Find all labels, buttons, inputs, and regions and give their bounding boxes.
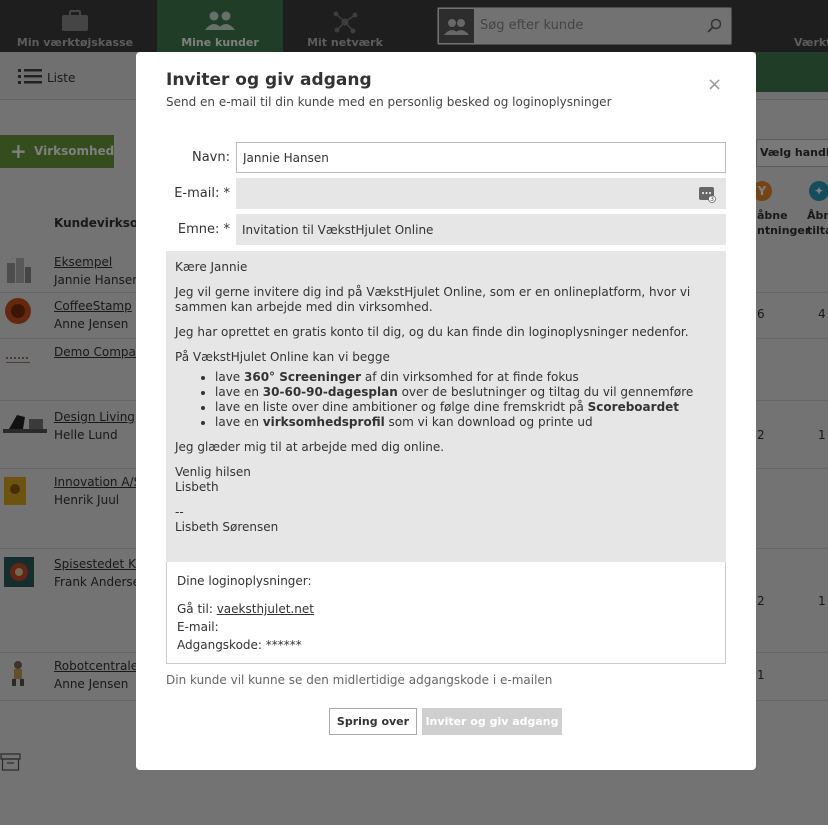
message-paragraph: Jeg har oprettet en gratis konto til dig… — [175, 325, 689, 339]
signature-separator: -- — [175, 505, 184, 519]
item-bold: Scoreboardet — [587, 400, 680, 414]
item-bold: 360° Screeninger — [244, 370, 362, 384]
invite-button[interactable]: Inviter og giv adgang — [422, 708, 562, 735]
subject-field[interactable] — [236, 214, 726, 245]
item-text: lave en liste over dine ambitioner og fø… — [215, 400, 588, 414]
item-text: lave en — [215, 385, 263, 399]
contact-card-icon[interactable]: 3 — [698, 185, 716, 203]
list-item: lave en 30-60-90-dagesplan over de beslu… — [215, 385, 717, 400]
name-field[interactable] — [236, 142, 726, 173]
item-text: som vi kan download og printe ud — [384, 415, 593, 429]
login-email-line: E-mail: — [177, 620, 219, 634]
item-bold: virksomhedsprofil — [262, 415, 385, 429]
item-text: lave en — [215, 415, 263, 429]
login-heading: Dine loginoplysninger: — [177, 574, 312, 588]
login-url-link[interactable]: vaeksthjulet.net — [217, 602, 314, 616]
message-paragraph: På VækstHjulet Online kan vi begge — [175, 350, 390, 364]
skip-button[interactable]: Spring over — [329, 708, 417, 735]
invite-dialog: Inviter og giv adgang Send en e-mail til… — [136, 52, 756, 770]
feature-list: lave 360° Screeninger af din virksomhed … — [215, 370, 717, 430]
name-label: Navn: — [191, 150, 230, 165]
signature-name: Lisbeth — [175, 480, 219, 494]
message-paragraph: Jeg glæder mig til at arbejde med dig on… — [175, 440, 445, 454]
message-paragraph: Jeg vil gerne invitere dig ind på VækstH… — [175, 285, 691, 314]
list-item: lave 360° Screeninger af din virksomhed … — [215, 370, 717, 385]
svg-text:3: 3 — [710, 196, 714, 203]
list-item: lave en virksomhedsprofil som vi kan dow… — [215, 415, 717, 430]
close-icon[interactable]: × — [707, 74, 722, 95]
email-label: E-mail: * — [174, 186, 230, 201]
list-item: lave en liste over dine ambitioner og fø… — [215, 400, 717, 415]
login-password-line: Adgangskode: ****** — [177, 638, 302, 652]
item-text: lave — [215, 370, 244, 384]
email-field[interactable] — [236, 178, 726, 209]
signature-full-name: Lisbeth Sørensen — [175, 520, 279, 534]
dialog-title: Inviter og giv adgang — [166, 70, 372, 90]
message-footer: -- Lisbeth Sørensen — [175, 505, 717, 535]
signature-closing: Venlig hilsen — [175, 465, 251, 479]
subject-label: Emne: * — [177, 222, 230, 237]
item-text: af din virksomhed for at finde fokus — [361, 370, 579, 384]
login-url-label: Gå til: — [177, 602, 217, 616]
login-url-line: Gå til: vaeksthjulet.net — [177, 600, 715, 618]
message-greeting: Kære Jannie — [175, 260, 248, 274]
login-info-box: Dine loginoplysninger: Gå til: vaeksthju… — [166, 562, 726, 664]
message-body[interactable]: Kære Jannie Jeg vil gerne invitere dig i… — [166, 251, 726, 562]
dialog-subtitle: Send en e-mail til din kunde med en pers… — [166, 95, 612, 109]
item-bold: 30-60-90-dagesplan — [262, 385, 398, 399]
password-note: Din kunde vil kunne se den midlertidige … — [166, 673, 553, 687]
message-signature: Venlig hilsen Lisbeth — [175, 465, 717, 495]
item-text: over de beslutninger og tiltag du vil ge… — [397, 385, 694, 399]
